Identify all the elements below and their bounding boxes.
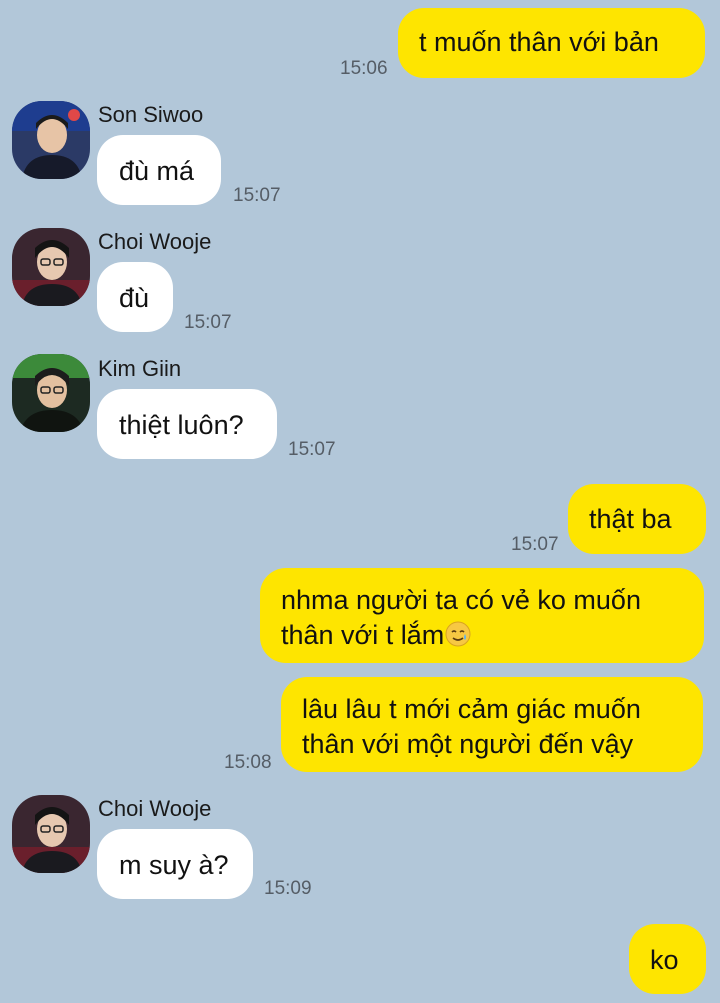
sender-name: Choi Wooje [98,796,212,821]
message-text: thật ba [589,504,672,534]
profile-photo-icon [12,101,90,179]
message-bubble[interactable]: đù má [97,135,221,205]
message-text: thiệt luôn? [119,410,244,440]
message-time: 15:09 [264,878,312,899]
message-text: thân với t lắm [281,620,445,650]
avatar[interactable] [12,795,90,873]
message-bubble[interactable]: thiệt luôn? [97,389,277,459]
message-bubble[interactable]: thật ba [568,484,706,554]
profile-photo-icon [12,228,90,306]
message-bubble[interactable]: đù [97,262,173,332]
avatar[interactable] [12,101,90,179]
sender-name: Kim Giin [98,356,182,381]
chat-room: 15:06 t muốn thân với bản Son Siwoo đù m… [0,0,720,1003]
message-text: ko [650,945,679,975]
message-time: 15:07 [184,312,232,333]
message-bubble[interactable]: t muốn thân với bản [398,8,705,78]
sender-name: Choi Wooje [98,229,212,254]
message-text: đù [119,283,150,313]
message-text: nhma người ta có vẻ ko muốn [281,585,641,615]
message-bubble[interactable]: m suy à? [97,829,253,899]
avatar[interactable] [12,228,90,306]
message-bubble[interactable]: ko [629,924,706,994]
smiling-face-with-tear-icon [445,621,471,647]
message-text: thân với một người đến vậy [302,729,634,759]
message-text: đù má [119,156,195,186]
message-time: 15:06 [340,58,388,79]
avatar[interactable] [12,354,90,432]
profile-photo-icon [12,795,90,873]
message-text: lâu lâu t mới cảm giác muốn [302,694,641,724]
profile-photo-icon [12,354,90,432]
message-time: 15:07 [233,185,281,206]
message-text: m suy à? [119,850,229,880]
message-text: t muốn thân với bản [419,27,659,57]
message-time: 15:07 [288,439,336,460]
message-bubble[interactable]: lâu lâu t mới cảm giác muốn thân với một… [281,677,703,772]
sender-name: Son Siwoo [98,102,204,127]
message-bubble[interactable]: nhma người ta có vẻ ko muốn thân với t l… [260,568,704,663]
message-time: 15:07 [511,534,559,555]
message-time: 15:08 [224,752,272,773]
